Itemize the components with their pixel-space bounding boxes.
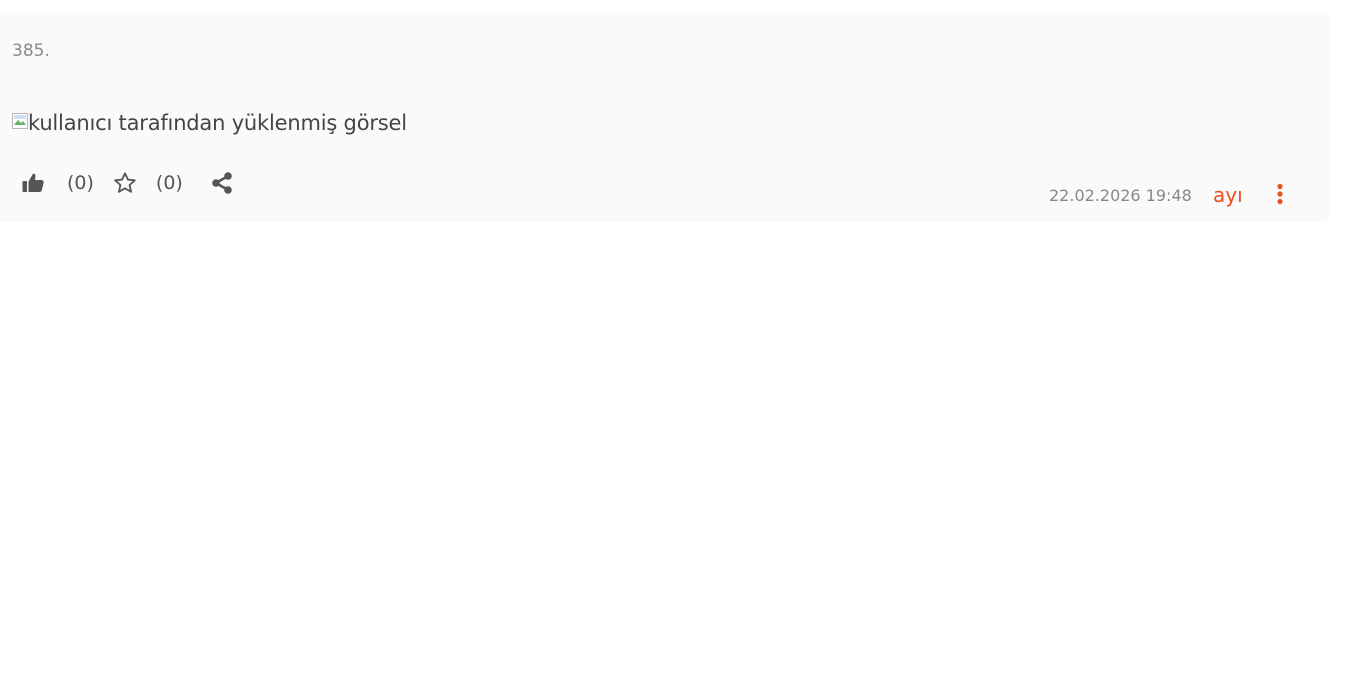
thumbs-up-icon <box>22 173 44 192</box>
broken-image-icon <box>12 113 28 129</box>
like-count: (0) <box>67 172 94 194</box>
favorite-button[interactable] <box>112 170 138 196</box>
entry-date[interactable]: 22.02.2026 19:48 <box>1049 186 1192 205</box>
entry-image[interactable]: kullanıcı tarafından yüklenmiş görsel <box>12 110 407 136</box>
entry-number: 385. <box>12 41 50 61</box>
entry-author[interactable]: ayı <box>1213 183 1243 207</box>
image-alt-text: kullanıcı tarafından yüklenmiş görsel <box>28 111 407 135</box>
share-button[interactable] <box>209 170 235 196</box>
star-icon <box>114 172 136 193</box>
entry-actions: (0) (0) <box>20 169 235 197</box>
entry-card: 385. kullanıcı tarafından yüklenmiş görs… <box>0 12 1330 222</box>
more-options-button[interactable] <box>1272 181 1288 207</box>
like-button[interactable] <box>20 170 46 196</box>
favorite-count: (0) <box>155 172 183 194</box>
ellipsis-vertical-icon <box>1277 183 1283 205</box>
share-icon <box>212 172 232 194</box>
